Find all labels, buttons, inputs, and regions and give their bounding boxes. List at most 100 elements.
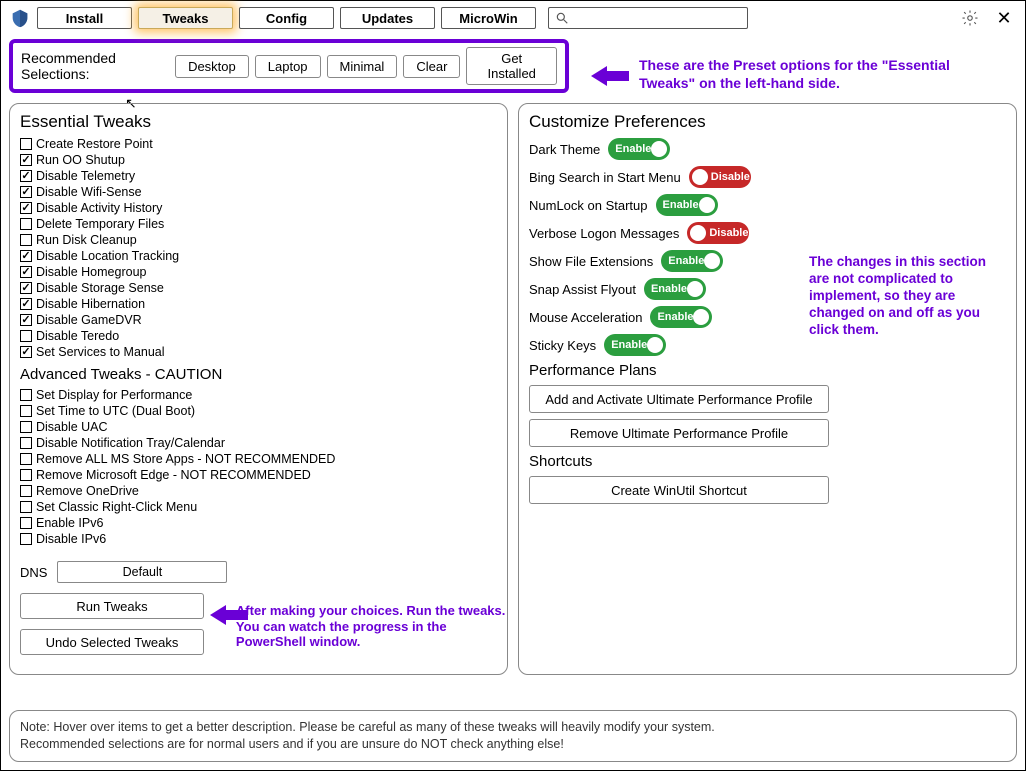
tweak-item[interactable]: Disable GameDVR (20, 312, 497, 328)
tweak-item[interactable]: Set Services to Manual (20, 344, 497, 360)
tweak-item[interactable]: Set Classic Right-Click Menu (20, 499, 497, 515)
checkbox[interactable] (20, 469, 32, 481)
checkbox[interactable] (20, 485, 32, 497)
run-tweaks-button[interactable]: Run Tweaks (20, 593, 204, 619)
checkbox[interactable] (20, 437, 32, 449)
toggle-switch[interactable]: Disable (689, 166, 751, 188)
tweak-item[interactable]: Run OO Shutup (20, 152, 497, 168)
tweak-label: Remove ALL MS Store Apps - NOT RECOMMEND… (36, 451, 335, 467)
tweak-item[interactable]: Disable UAC (20, 419, 497, 435)
search-box[interactable] (548, 7, 748, 29)
shortcuts-title: Shortcuts (529, 453, 1006, 470)
checkbox[interactable] (20, 266, 32, 278)
perf-remove-button[interactable]: Remove Ultimate Performance Profile (529, 419, 829, 447)
toggle-switch[interactable]: Enable (644, 278, 706, 300)
footer-note: Note: Hover over items to get a better d… (9, 710, 1017, 762)
checkbox[interactable] (20, 421, 32, 433)
tweak-item[interactable]: Disable Homegroup (20, 264, 497, 280)
tweak-item[interactable]: Run Disk Cleanup (20, 232, 497, 248)
search-input[interactable] (573, 11, 741, 25)
checkbox[interactable] (20, 186, 32, 198)
checkbox[interactable] (20, 170, 32, 182)
nav-microwin[interactable]: MicroWin (441, 7, 536, 29)
checkbox[interactable] (20, 346, 32, 358)
checkbox[interactable] (20, 298, 32, 310)
tweak-label: Remove OneDrive (36, 483, 139, 499)
checkbox[interactable] (20, 282, 32, 294)
tweak-item[interactable]: Disable Location Tracking (20, 248, 497, 264)
checkbox[interactable] (20, 501, 32, 513)
preset-get-installed[interactable]: Get Installed (466, 47, 557, 85)
toggle-label: Verbose Logon Messages (529, 226, 679, 241)
tweak-item[interactable]: Remove OneDrive (20, 483, 497, 499)
checkbox[interactable] (20, 330, 32, 342)
create-shortcut-button[interactable]: Create WinUtil Shortcut (529, 476, 829, 504)
toggle-switch[interactable]: Enable (656, 194, 718, 216)
checkbox[interactable] (20, 389, 32, 401)
perf-add-button[interactable]: Add and Activate Ultimate Performance Pr… (529, 385, 829, 413)
tweak-label: Disable Activity History (36, 200, 162, 216)
checkbox[interactable] (20, 218, 32, 230)
tweak-item[interactable]: Remove Microsoft Edge - NOT RECOMMENDED (20, 467, 497, 483)
checkbox[interactable] (20, 405, 32, 417)
preset-laptop[interactable]: Laptop (255, 55, 321, 78)
app-icon (9, 7, 31, 29)
nav-tweaks[interactable]: Tweaks (138, 7, 233, 29)
tweak-item[interactable]: Disable Wifi-Sense (20, 184, 497, 200)
nav-config[interactable]: Config (239, 7, 334, 29)
checkbox[interactable] (20, 154, 32, 166)
toggle-switch[interactable]: Enable (661, 250, 723, 272)
checkbox[interactable] (20, 517, 32, 529)
tweak-item[interactable]: Set Display for Performance (20, 387, 497, 403)
checkbox[interactable] (20, 202, 32, 214)
tweak-item[interactable]: Disable IPv6 (20, 531, 497, 547)
customize-annotation: The changes in this section are not comp… (809, 254, 999, 338)
preset-annotation-text: These are the Preset options for the "Es… (639, 57, 959, 92)
checkbox[interactable] (20, 250, 32, 262)
essential-tweaks-title: Essential Tweaks (20, 112, 497, 132)
checkbox[interactable] (20, 234, 32, 246)
footer-line2: Recommended selections are for normal us… (20, 736, 1006, 753)
tweak-item[interactable]: Disable Notification Tray/Calendar (20, 435, 497, 451)
preset-desktop[interactable]: Desktop (175, 55, 249, 78)
close-button[interactable]: ✕ (993, 7, 1015, 29)
tweak-label: Disable Wifi-Sense (36, 184, 142, 200)
tweak-label: Disable Teredo (36, 328, 119, 344)
preset-clear[interactable]: Clear (403, 55, 460, 78)
search-icon (555, 11, 569, 25)
customize-annotation-text: The changes in this section are not comp… (809, 254, 999, 338)
tweak-item[interactable]: Disable Teredo (20, 328, 497, 344)
tweak-item[interactable]: Disable Hibernation (20, 296, 497, 312)
checkbox[interactable] (20, 314, 32, 326)
tweak-item[interactable]: Disable Storage Sense (20, 280, 497, 296)
settings-button[interactable] (959, 7, 981, 29)
checkbox[interactable] (20, 533, 32, 545)
toggle-row: Dark Theme Enable (529, 138, 1006, 160)
arrow-left-icon (591, 64, 631, 86)
tweak-item[interactable]: Remove ALL MS Store Apps - NOT RECOMMEND… (20, 451, 497, 467)
tweak-item[interactable]: Enable IPv6 (20, 515, 497, 531)
tweak-label: Create Restore Point (36, 136, 153, 152)
nav-updates[interactable]: Updates (340, 7, 435, 29)
run-tweaks-annotation: After making your choices. Run the tweak… (210, 603, 508, 650)
tweak-item[interactable]: Delete Temporary Files (20, 216, 497, 232)
right-panel: Customize Preferences Dark ThemeEnableBi… (518, 103, 1017, 675)
toggle-switch[interactable]: Disable (687, 222, 749, 244)
tweak-item[interactable]: Disable Activity History (20, 200, 497, 216)
nav-install[interactable]: Install (37, 7, 132, 29)
tweak-item[interactable]: Create Restore Point (20, 136, 497, 152)
toggle-switch[interactable]: Enable (650, 306, 712, 328)
checkbox[interactable] (20, 453, 32, 465)
tweak-label: Remove Microsoft Edge - NOT RECOMMENDED (36, 467, 311, 483)
preset-minimal[interactable]: Minimal (327, 55, 398, 78)
left-panel: Essential Tweaks Create Restore PointRun… (9, 103, 508, 675)
tweak-item[interactable]: Disable Telemetry (20, 168, 497, 184)
undo-tweaks-button[interactable]: Undo Selected Tweaks (20, 629, 204, 655)
checkbox[interactable] (20, 138, 32, 150)
toggle-switch[interactable]: Enable (608, 138, 670, 160)
dns-select[interactable]: Default (57, 561, 227, 583)
toggle-label: Dark Theme (529, 142, 600, 157)
tweak-item[interactable]: Set Time to UTC (Dual Boot) (20, 403, 497, 419)
tweak-label: Set Classic Right-Click Menu (36, 499, 197, 515)
toggle-switch[interactable]: Enable (604, 334, 666, 356)
